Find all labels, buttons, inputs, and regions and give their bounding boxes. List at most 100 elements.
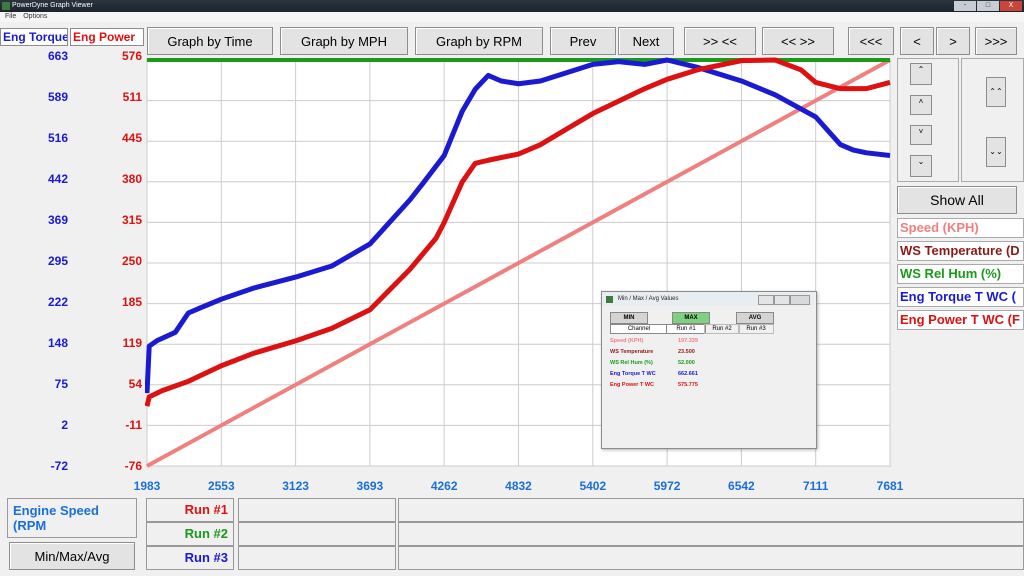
torque-tick-label: 663	[47, 49, 68, 63]
x-tick-label: 5972	[653, 479, 681, 493]
dialog-minimize-button[interactable]	[758, 295, 774, 305]
scroll-down-button[interactable]: ˅	[910, 125, 932, 145]
graph-by-mph-button[interactable]: Graph by MPH	[280, 27, 408, 55]
torque-tick-label: 295	[47, 254, 68, 268]
legend-item[interactable]: Eng Power T WC (F	[897, 310, 1024, 330]
minmax-channel-value: 52.000	[678, 360, 695, 366]
app-icon	[2, 2, 10, 10]
window-title: PowerDyne Graph Viewer	[12, 2, 93, 9]
torque-tick-label: 2	[61, 418, 68, 432]
power-tick-label: 185	[121, 295, 142, 309]
vertical-scroll-panel: ⌃ ˄ ˅ ⌄	[897, 58, 959, 182]
minmax-channel-value: 662.661	[678, 371, 698, 377]
avg-tab-button[interactable]: AVG	[736, 312, 774, 324]
power-tick-label: 445	[121, 131, 142, 145]
scroll-up-fast-button[interactable]: ⌃	[910, 63, 932, 85]
power-tick-label: 315	[121, 213, 142, 227]
max-tab-button[interactable]: MAX	[672, 312, 710, 324]
run-1-info	[238, 498, 396, 522]
power-tick-label: -11	[125, 418, 142, 432]
scroll-down-fast-button[interactable]: ⌄	[910, 155, 932, 177]
xaxis-channel-label[interactable]: Engine Speed (RPM	[7, 498, 137, 538]
minmax-channel-value: 23.500	[678, 349, 695, 355]
col-run-2: Run #2	[704, 324, 740, 334]
prev-button[interactable]: Prev	[550, 27, 616, 55]
run-3-notes	[398, 546, 1024, 570]
maximize-button[interactable]: □	[977, 1, 999, 11]
power-tick-label: 511	[122, 90, 142, 104]
run-3-label[interactable]: Run #3	[146, 546, 234, 570]
zoom-in-button[interactable]: >> <<	[684, 27, 756, 55]
title-bar: PowerDyne Graph Viewer - □ X	[0, 0, 1024, 12]
vertical-zoom-panel: ⌃⌃ ⌄⌄	[961, 58, 1024, 182]
legend-item[interactable]: Eng Torque T WC (	[897, 287, 1024, 307]
legend-item[interactable]: WS Rel Hum (%)	[897, 264, 1024, 284]
torque-axis-label: Eng Torque	[0, 28, 68, 46]
run-3-info	[238, 546, 396, 570]
power-tick-label: 119	[122, 336, 142, 350]
menu-file[interactable]: File	[5, 13, 16, 20]
run-1-label[interactable]: Run #1	[146, 498, 234, 522]
window-controls: - □ X	[953, 0, 1022, 12]
menu-bar: File Options	[0, 12, 1024, 22]
menu-options[interactable]: Options	[23, 13, 47, 20]
torque-tick-label: 75	[54, 377, 68, 391]
minmax-channel-name: WS Rel Hum (%)	[610, 360, 653, 366]
minmax-channel-name: Eng Power T WC	[610, 382, 654, 388]
dialog-app-icon	[606, 296, 613, 303]
graph-by-rpm-button[interactable]: Graph by RPM	[415, 27, 543, 55]
torque-tick-label: 222	[47, 295, 68, 309]
scroll-right-button[interactable]: >	[936, 27, 970, 55]
power-axis-label: Eng Power	[70, 28, 144, 46]
zoom-vertical-out-button[interactable]: ⌄⌄	[986, 137, 1006, 167]
min-max-avg-button[interactable]: Min/Max/Avg	[9, 542, 135, 570]
torque-tick-label: 442	[47, 172, 68, 186]
legend-item[interactable]: WS Temperature (D	[897, 241, 1024, 261]
dialog-close-button[interactable]	[790, 295, 810, 305]
x-tick-label: 6542	[728, 479, 755, 493]
power-tick-label: 576	[121, 49, 142, 63]
dialog-maximize-button[interactable]	[774, 295, 790, 305]
zoom-vertical-in-button[interactable]: ⌃⌃	[986, 77, 1006, 107]
minmax-channel-name: Speed (KPH)	[610, 338, 644, 344]
show-all-button[interactable]: Show All	[897, 186, 1017, 214]
x-tick-label: 4262	[430, 479, 458, 493]
next-button[interactable]: Next	[618, 27, 674, 55]
zoom-out-button[interactable]: << >>	[762, 27, 834, 55]
col-run-3: Run #3	[738, 324, 774, 334]
torque-tick-label: -72	[50, 459, 68, 473]
power-tick-label: -76	[124, 459, 142, 473]
torque-tick-label: 369	[47, 213, 68, 227]
x-tick-label: 3693	[356, 479, 384, 493]
close-button[interactable]: X	[1000, 1, 1022, 11]
x-tick-label: 2553	[207, 479, 235, 493]
power-tick-label: 380	[121, 172, 142, 186]
run-2-label[interactable]: Run #2	[146, 522, 234, 546]
scroll-far-left-button[interactable]: <<<	[848, 27, 894, 55]
x-tick-label: 5402	[579, 479, 607, 493]
graph-by-time-button[interactable]: Graph by Time	[147, 27, 273, 55]
x-tick-label: 4832	[505, 479, 532, 493]
dialog-titlebar: Min / Max / Avg Values	[602, 292, 814, 306]
scroll-far-right-button[interactable]: >>>	[975, 27, 1017, 55]
minmax-channel-value: 575.775	[678, 382, 698, 388]
minmax-channel-name: Eng Torque T WC	[610, 371, 656, 377]
min-tab-button[interactable]: MIN	[610, 312, 648, 324]
torque-tick-label: 589	[47, 90, 68, 104]
run-2-notes	[398, 522, 1024, 546]
scroll-left-button[interactable]: <	[900, 27, 934, 55]
minimize-button[interactable]: -	[954, 1, 976, 11]
x-tick-label: 1983	[133, 479, 161, 493]
col-channel: Channel	[610, 324, 668, 334]
power-tick-label: 250	[121, 254, 142, 268]
col-run-1: Run #1	[666, 324, 706, 334]
dialog-title: Min / Max / Avg Values	[618, 296, 679, 302]
min-max-avg-dialog: Min / Max / Avg Values MIN MAX AVG Chann…	[601, 291, 817, 449]
x-tick-label: 3123	[282, 479, 309, 493]
scroll-up-button[interactable]: ˄	[910, 95, 932, 115]
legend-item[interactable]: Speed (KPH)	[897, 218, 1024, 238]
minmax-channel-name: WS Temperature	[610, 349, 654, 355]
run-2-info	[238, 522, 396, 546]
run-1-notes	[398, 498, 1024, 522]
power-tick-label: 54	[128, 377, 142, 391]
